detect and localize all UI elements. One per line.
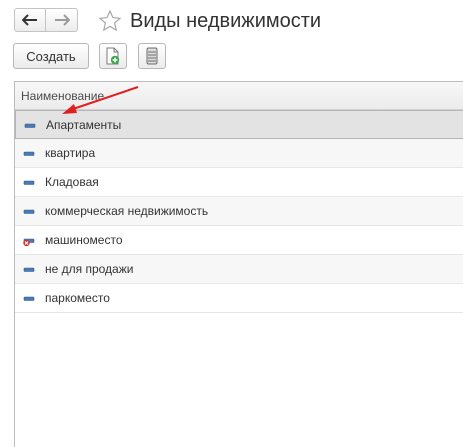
catalog-item-icon xyxy=(23,148,36,158)
create-copy-button[interactable] xyxy=(99,43,127,69)
table-row[interactable]: Кладовая xyxy=(15,168,463,197)
back-button[interactable] xyxy=(14,8,46,32)
delete-mark-icon xyxy=(23,235,36,247)
table-row[interactable]: паркоместо xyxy=(15,284,463,313)
row-label: коммерческая недвижимость xyxy=(45,204,209,218)
catalog-item-icon xyxy=(23,206,36,216)
page-title: Виды недвижимости xyxy=(130,10,322,32)
navigation-buttons xyxy=(14,8,78,32)
create-button[interactable]: Создать xyxy=(13,43,89,69)
row-label: Апартаменты xyxy=(46,118,122,132)
star-icon[interactable] xyxy=(98,9,122,33)
catalog-item-icon xyxy=(23,293,36,303)
table-row[interactable]: коммерческая недвижимость xyxy=(15,197,463,226)
row-label: машиноместо xyxy=(45,233,123,247)
list-button[interactable] xyxy=(138,43,166,69)
catalog-item-icon xyxy=(23,264,36,274)
table-body: Апартаменты квартира Кладовая коммерческая … xyxy=(15,110,463,313)
table-row[interactable]: Апартаменты xyxy=(15,110,463,139)
app-window: Виды недвижимости Создать Наименование А… xyxy=(0,0,463,447)
forward-button[interactable] xyxy=(46,8,78,32)
list-icon xyxy=(146,47,158,65)
table-row[interactable]: квартира xyxy=(15,139,463,168)
row-label: не для продажи xyxy=(45,262,134,276)
column-header-name[interactable]: Наименование xyxy=(15,82,463,110)
row-label: Кладовая xyxy=(45,175,99,189)
arrow-right-icon xyxy=(54,14,70,26)
row-label: квартира xyxy=(45,146,96,160)
arrow-left-icon xyxy=(22,14,37,26)
catalog-table: Наименование Апартаменты квартира Кладовая… xyxy=(14,81,463,447)
row-label: паркоместо xyxy=(45,291,110,305)
table-row[interactable]: машиноместо xyxy=(15,226,463,255)
add-document-icon xyxy=(106,47,120,65)
table-row[interactable]: не для продажи xyxy=(15,255,463,284)
catalog-item-icon xyxy=(24,120,37,130)
catalog-item-icon xyxy=(23,177,36,187)
